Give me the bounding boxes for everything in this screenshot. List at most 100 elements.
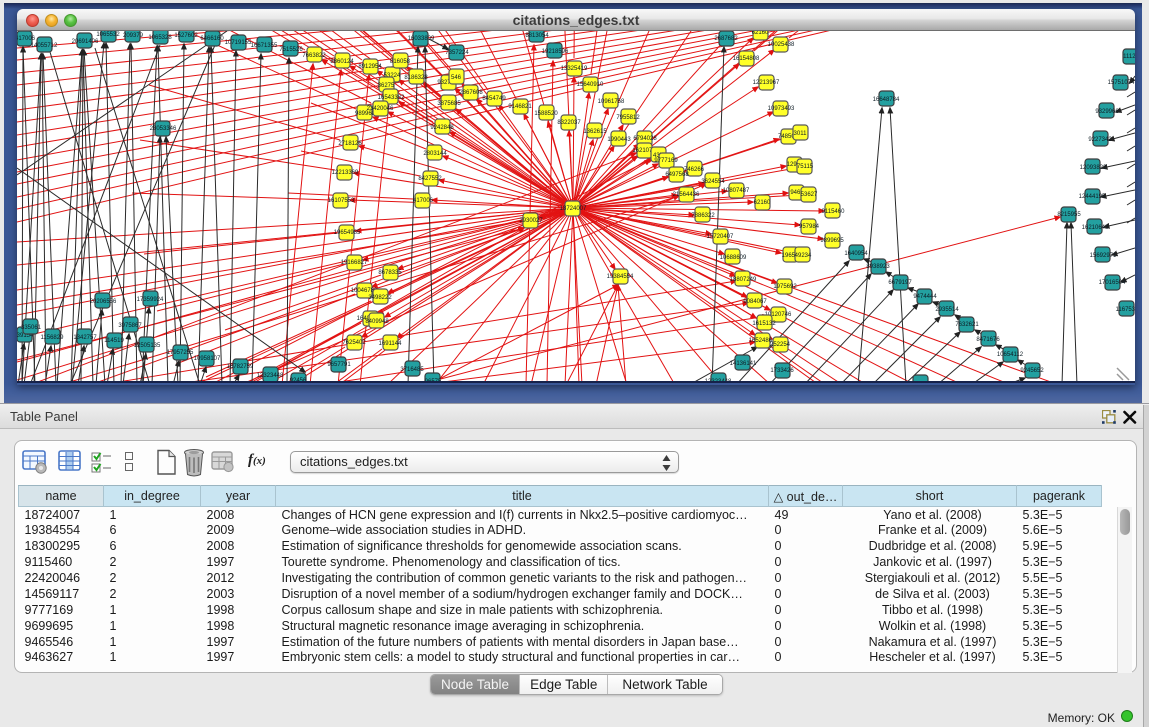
svg-text:16033809: 16033809 xyxy=(408,36,435,42)
svg-text:17957255: 17957255 xyxy=(167,350,194,356)
svg-text:6497568: 6497568 xyxy=(665,172,689,178)
svg-text:17016504: 17016504 xyxy=(1099,280,1126,286)
svg-text:10719155: 10719155 xyxy=(225,40,252,46)
svg-text:9146821: 9146821 xyxy=(508,104,532,110)
svg-text:18724007: 18724007 xyxy=(560,206,587,212)
svg-text:19654985: 19654985 xyxy=(334,230,361,236)
svg-text:9227342: 9227342 xyxy=(1088,137,1112,143)
svg-text:7886322: 7886322 xyxy=(691,213,715,219)
svg-text:7515526: 7515526 xyxy=(279,47,303,53)
svg-text:9084067: 9084067 xyxy=(743,299,767,305)
svg-text:9115460: 9115460 xyxy=(822,209,846,215)
svg-text:8215955: 8215955 xyxy=(1057,212,1081,218)
svg-text:9329966: 9329966 xyxy=(1095,109,1119,115)
svg-text:2935514: 2935514 xyxy=(935,307,959,313)
svg-text:28053346: 28053346 xyxy=(150,126,177,132)
svg-text:816058: 816058 xyxy=(390,59,411,65)
svg-text:19166827: 19166827 xyxy=(341,260,368,266)
svg-text:1065328: 1065328 xyxy=(148,35,172,41)
svg-text:19218596: 19218596 xyxy=(542,49,569,55)
svg-text:13325419: 13325419 xyxy=(561,66,588,72)
svg-text:1990443: 1990443 xyxy=(607,137,631,143)
svg-text:1588520: 1588520 xyxy=(534,111,558,117)
svg-text:2803144: 2803144 xyxy=(423,151,447,157)
svg-text:10807487: 10807487 xyxy=(723,188,750,194)
svg-text:3498222: 3498222 xyxy=(368,295,392,301)
svg-text:3875685: 3875685 xyxy=(437,101,461,107)
svg-text:1691144: 1691144 xyxy=(379,341,403,347)
svg-text:3975867: 3975867 xyxy=(118,323,142,329)
svg-text:14055712: 14055712 xyxy=(31,43,58,49)
svg-text:1527602: 1527602 xyxy=(174,33,198,39)
svg-text:16671355: 16671355 xyxy=(251,43,278,49)
svg-text:49234: 49234 xyxy=(795,253,812,259)
svg-text:10654112: 10654112 xyxy=(997,352,1024,358)
svg-text:1156829: 1156829 xyxy=(41,335,65,341)
svg-text:417006: 417006 xyxy=(17,36,36,42)
svg-text:9245652: 9245652 xyxy=(1020,368,1044,374)
svg-text:7955812: 7955812 xyxy=(616,115,640,121)
svg-text:18807249: 18807249 xyxy=(730,277,757,283)
svg-text:20691406: 20691406 xyxy=(72,39,99,45)
svg-text:3011: 3011 xyxy=(794,131,808,137)
svg-text:2687682: 2687682 xyxy=(714,36,738,42)
svg-text:53627: 53627 xyxy=(801,192,818,198)
svg-text:12213967: 12213967 xyxy=(753,80,780,86)
svg-text:12505135: 12505135 xyxy=(134,343,161,349)
svg-text:2930027: 2930027 xyxy=(519,218,543,224)
svg-text:9657791: 9657791 xyxy=(327,362,351,368)
svg-text:15751074: 15751074 xyxy=(1108,80,1135,86)
svg-text:11124: 11124 xyxy=(1123,54,1135,60)
svg-text:1975692: 1975692 xyxy=(773,284,797,290)
svg-text:23420046: 23420046 xyxy=(367,106,394,112)
svg-text:20206556: 20206556 xyxy=(90,299,117,305)
svg-text:12323448: 12323448 xyxy=(257,373,284,379)
svg-text:252254: 252254 xyxy=(770,342,791,348)
svg-text:2867608: 2867608 xyxy=(459,90,483,96)
svg-text:96575: 96575 xyxy=(425,379,442,383)
svg-text:15692971: 15692971 xyxy=(1090,253,1117,259)
svg-text:2718126: 2718126 xyxy=(338,141,362,147)
svg-text:10688609: 10688609 xyxy=(720,255,747,261)
svg-text:1640954: 1640954 xyxy=(844,251,868,257)
svg-text:6466160: 6466160 xyxy=(200,36,224,42)
svg-text:10973493: 10973493 xyxy=(768,106,795,112)
svg-text:92456: 92456 xyxy=(290,378,307,383)
svg-text:8938923: 8938923 xyxy=(866,264,890,270)
svg-text:957984: 957984 xyxy=(799,224,820,230)
svg-text:335061: 335061 xyxy=(21,325,42,331)
svg-text:8322037: 8322037 xyxy=(557,120,581,126)
svg-text:15640910: 15640910 xyxy=(577,82,604,88)
svg-text:36275: 36275 xyxy=(378,83,395,89)
svg-text:6794028: 6794028 xyxy=(633,136,657,142)
svg-text:16648784: 16648784 xyxy=(873,97,900,103)
svg-text:12213369: 12213369 xyxy=(332,170,359,176)
svg-text:8813054: 8813054 xyxy=(525,33,549,39)
svg-text:114519: 114519 xyxy=(104,338,124,344)
svg-text:6679197: 6679197 xyxy=(888,280,912,286)
svg-text:1167534: 1167534 xyxy=(1116,307,1135,313)
svg-text:19384554: 19384554 xyxy=(607,274,634,280)
svg-text:209379: 209379 xyxy=(123,33,144,39)
svg-text:9777169: 9777169 xyxy=(654,158,678,164)
svg-text:75115: 75115 xyxy=(797,164,814,170)
svg-text:7357224: 7357224 xyxy=(445,50,469,56)
svg-text:1615132: 1615132 xyxy=(752,321,776,327)
svg-text:15720407: 15720407 xyxy=(707,234,734,240)
svg-text:8912954: 8912954 xyxy=(358,64,382,70)
svg-text:8678335: 8678335 xyxy=(378,270,402,276)
svg-text:14136141: 14136141 xyxy=(730,361,757,367)
svg-text:16543382: 16543382 xyxy=(378,95,405,101)
svg-text:12323448: 12323448 xyxy=(705,379,732,383)
svg-text:62160: 62160 xyxy=(754,200,771,206)
svg-text:21564436: 21564436 xyxy=(673,192,700,198)
svg-text:8427552: 8427552 xyxy=(418,176,442,182)
svg-text:8471676: 8471676 xyxy=(976,337,1000,343)
svg-text:16154808: 16154808 xyxy=(733,56,760,62)
svg-text:8860124: 8860124 xyxy=(330,59,354,65)
svg-text:7625402: 7625402 xyxy=(342,340,366,346)
svg-text:10961758: 10961758 xyxy=(598,99,625,105)
svg-text:12093822: 12093822 xyxy=(1080,165,1107,171)
svg-text:12444195: 12444195 xyxy=(1079,194,1106,200)
svg-text:9899695: 9899695 xyxy=(820,238,844,244)
